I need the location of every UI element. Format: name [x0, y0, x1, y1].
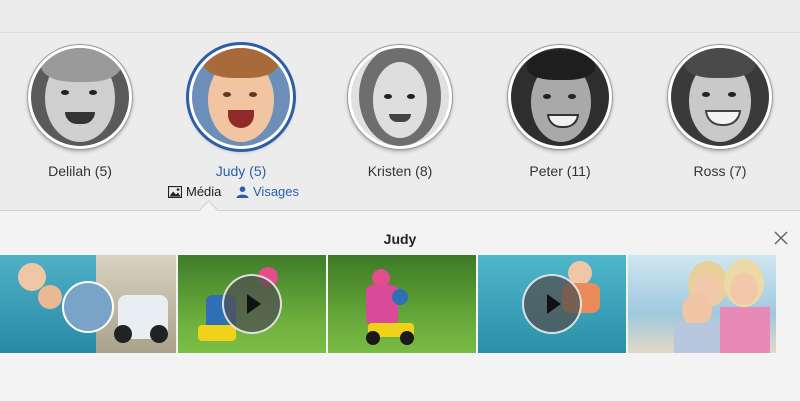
people-row: Delilah (5) Judy (5) Kristen (8) Peter (…: [0, 40, 800, 180]
avatar: [189, 45, 293, 149]
tab-media-label: Média: [186, 184, 222, 199]
avatar: [508, 45, 612, 149]
tab-media[interactable]: Média: [167, 184, 222, 199]
person-kristen[interactable]: Kristen (8): [330, 40, 470, 179]
person-label: Delilah (5): [48, 163, 112, 179]
top-divider: [0, 32, 800, 33]
play-icon[interactable]: [222, 274, 282, 334]
thumbnail-photo[interactable]: [0, 255, 176, 353]
person-ross[interactable]: Ross (7): [650, 40, 790, 179]
avatar: [28, 45, 132, 149]
play-icon[interactable]: [522, 274, 582, 334]
close-icon[interactable]: [772, 229, 790, 247]
avatar: [348, 45, 452, 149]
thumbnail-photo[interactable]: [328, 255, 476, 353]
tab-faces[interactable]: Visages: [236, 184, 299, 199]
person-peter[interactable]: Peter (11): [490, 40, 630, 179]
person-label: Kristen (8): [367, 163, 433, 179]
thumbnail-strip: [0, 255, 800, 353]
person-delilah[interactable]: Delilah (5): [10, 40, 150, 179]
person-icon: [236, 186, 249, 198]
panel-title: Judy: [383, 231, 417, 247]
image-icon: [167, 185, 183, 199]
thumbnail-photo[interactable]: [628, 255, 776, 353]
tab-faces-label: Visages: [253, 184, 300, 199]
person-label: Peter (11): [529, 163, 591, 179]
thumbnail-video[interactable]: [178, 255, 326, 353]
person-label: Judy (5): [215, 163, 267, 179]
avatar: [668, 45, 772, 149]
person-judy[interactable]: Judy (5): [171, 40, 311, 179]
person-label: Ross (7): [693, 163, 747, 179]
thumbnail-video[interactable]: [478, 255, 626, 353]
media-panel: Judy: [0, 210, 800, 401]
